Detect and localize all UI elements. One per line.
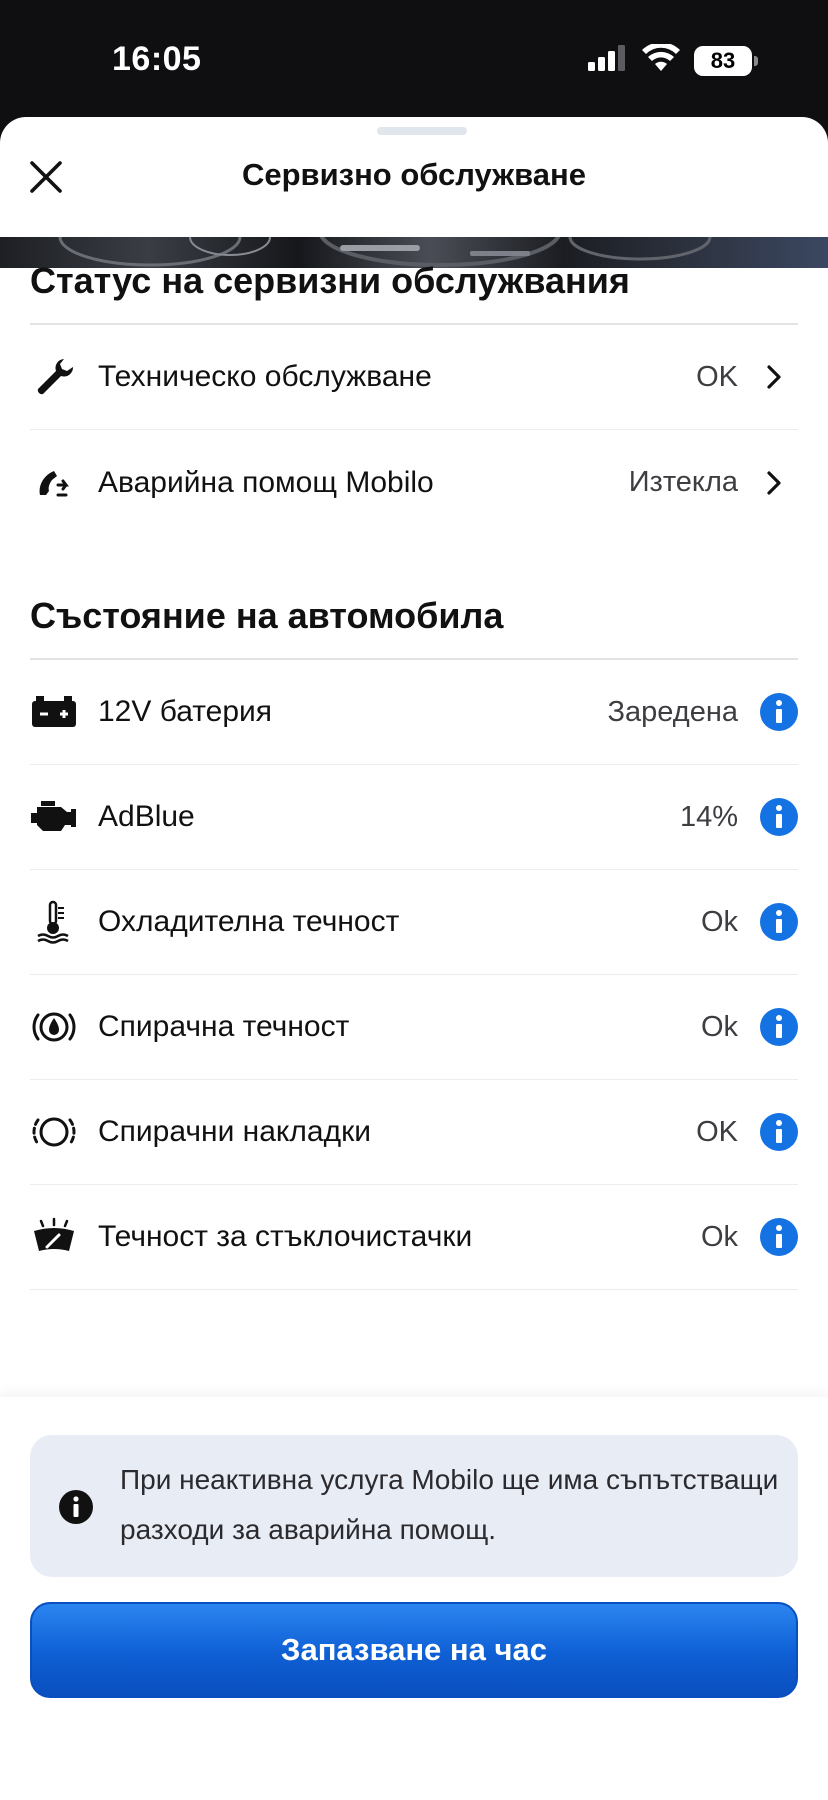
service-row-value: OK [696,360,738,393]
info-icon [776,700,782,723]
service-row-value: Изтекла [628,466,738,498]
info-button[interactable] [760,1218,798,1256]
vehicle-row-label: Спирачни накладки [98,1115,371,1148]
brake-fluid-icon [30,1003,78,1051]
vehicle-status-title: Състояние на автомобила [30,595,504,636]
info-icon [58,1489,94,1530]
status-bar: 16:05 83 [0,0,828,116]
vehicle-row-washer-fluid: Течност за стъклочистачки Ok [30,1185,798,1290]
wifi-icon [642,42,680,77]
vehicle-row-12v-battery: 12V батерия Заредена [30,660,798,765]
sheet-header: Сервизно обслужване [0,117,828,237]
info-icon [776,1225,782,1248]
info-notice: При неактивна услуга Mobilo ще има съпът… [30,1435,798,1577]
vehicle-row-value: 14% [679,800,738,833]
status-time: 16:05 [112,40,202,78]
info-icon [776,910,782,933]
info-icon [776,1120,782,1143]
vehicle-row-brake-fluid: Спирачна течност Ok [30,975,798,1080]
vehicle-row-value: Ok [700,1010,738,1043]
page-title: Сервизно обслужване [241,157,586,192]
vehicle-row-label: 12V батерия [98,695,273,728]
status-indicators: 83 [588,42,758,77]
service-row-maintenance[interactable]: Техническо обслужване OK [30,325,798,430]
vehicle-row-label: Течност за стъклочистачки [98,1220,473,1253]
service-status-title: Статус на сервизни обслужвания [30,260,630,301]
info-icon [776,805,782,828]
notice-text: При неактивна услуга Mobilo ще има съпът… [120,1464,779,1545]
service-row-label: Аварийна помощ Mobilo [98,465,434,499]
info-button[interactable] [760,693,798,731]
info-button[interactable] [760,798,798,836]
chevron-right-icon [760,363,788,391]
service-row-label: Техническо обслужване [98,360,432,393]
vehicle-row-adblue: AdBlue 14% [30,765,798,870]
vehicle-row-value: Заредена [607,695,738,728]
wrench-icon [30,353,78,401]
vehicle-row-value: Ok [700,905,738,938]
info-button[interactable] [760,1008,798,1046]
vehicle-row-coolant: Охладителна течност Ok [30,870,798,975]
vehicle-row-label: Спирачна течност [98,1010,350,1043]
footer: При неактивна услуга Mobilo ще има съпът… [0,1397,828,1800]
vehicle-row-brake-pads: Спирачни накладки OK [30,1080,798,1185]
vehicle-row-value: Ok [700,1220,738,1253]
engine-icon [30,793,78,841]
service-row-roadside-assistance[interactable]: Аварийна помощ Mobilo Изтекла [30,430,798,535]
info-button[interactable] [760,903,798,941]
coolant-thermometer-icon [30,898,78,946]
washer-fluid-icon [30,1213,78,1261]
cellular-signal-icon [588,45,628,76]
info-icon [776,1015,782,1038]
battery-icon [30,688,78,736]
book-appointment-button[interactable]: Запазване на час [30,1602,798,1698]
battery-indicator: 83 [694,45,758,76]
roadside-phone-icon [30,459,78,507]
chevron-right-icon [760,469,788,497]
service-sheet: Сервизно обслужване Статус на сервизни о… [0,117,828,1800]
vehicle-row-value: OK [696,1115,738,1148]
vehicle-row-label: AdBlue [98,800,195,833]
vehicle-row-label: Охладителна течност [98,905,400,938]
info-button[interactable] [760,1113,798,1151]
brake-pads-icon [30,1108,78,1156]
